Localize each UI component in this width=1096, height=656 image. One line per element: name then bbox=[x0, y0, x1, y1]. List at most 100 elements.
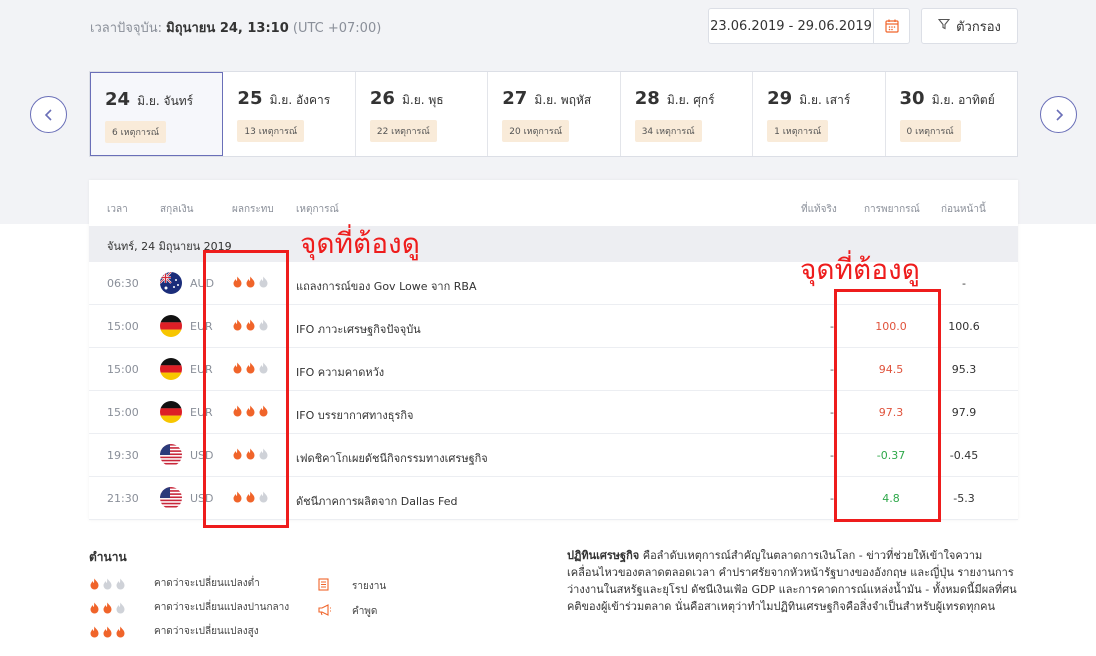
day-tabs: 24 มิ.ย. จันทร์ 6 เหตุการณ์ 25 มิ.ย. อังคา… bbox=[89, 71, 1018, 157]
legend-title: ตำนาน bbox=[89, 550, 127, 564]
report-icon bbox=[318, 578, 348, 594]
col-impact: ผลกระทบ bbox=[232, 204, 274, 215]
flag-au-icon bbox=[160, 272, 182, 294]
event-time: 15:00 bbox=[107, 363, 139, 376]
previous-value: - bbox=[962, 277, 966, 290]
col-actual: ที่แท้จริง bbox=[801, 204, 837, 215]
flame-icon bbox=[90, 578, 99, 589]
col-forecast: การพยากรณ์ bbox=[864, 204, 920, 215]
event-count-badge: 1 เหตุการณ์ bbox=[767, 120, 829, 142]
event-name[interactable]: แถลงการณ์ของ Gov Lowe จาก RBA bbox=[296, 277, 477, 295]
day-tab-28[interactable]: 28 มิ.ย. ศุกร์ 34 เหตุการณ์ bbox=[621, 72, 754, 156]
impact-medium-icon bbox=[89, 602, 149, 614]
day-number: 26 bbox=[369, 88, 395, 109]
info-title: ปฏิทินเศรษฐกิจ bbox=[567, 549, 640, 562]
day-tab-29[interactable]: 29 มิ.ย. เสาร์ 1 เหตุการณ์ bbox=[753, 72, 886, 156]
legend-report: รายงาน bbox=[318, 578, 386, 594]
event-count-badge: 34 เหตุการณ์ bbox=[634, 120, 702, 142]
current-time: เวลาปัจจุบัน: มิถุนายน 24, 13:10 (UTC +0… bbox=[90, 21, 382, 36]
col-currency: สกุลเงิน bbox=[160, 204, 194, 215]
event-time: 15:00 bbox=[107, 320, 139, 333]
event-count-badge: 6 เหตุการณ์ bbox=[105, 121, 167, 143]
day-tab-26[interactable]: 26 มิ.ย. พุธ 22 เหตุการณ์ bbox=[356, 72, 489, 156]
event-name[interactable]: เฟดชิคาโกเผยดัชนีกิจกรรมทางเศรษฐกิจ bbox=[296, 449, 488, 467]
flag-de-icon bbox=[160, 358, 182, 380]
flame-icon bbox=[103, 626, 112, 637]
day-label: มิ.ย. ศุกร์ bbox=[666, 93, 715, 107]
event-count-badge: 20 เหตุการณ์ bbox=[502, 120, 570, 142]
previous-value: 95.3 bbox=[951, 363, 977, 376]
annotation-text-right: จุดที่ต้องดู bbox=[800, 253, 920, 286]
flag-us-icon bbox=[160, 444, 182, 466]
legend-low: คาดว่าจะเปลี่ยนแปลงต่ำ bbox=[89, 576, 260, 591]
day-number: 25 bbox=[237, 88, 263, 109]
flame-icon bbox=[116, 602, 125, 613]
event-time: 15:00 bbox=[107, 406, 139, 419]
event-time: 06:30 bbox=[107, 277, 139, 290]
previous-value: -0.45 bbox=[949, 449, 979, 462]
timezone: (UTC +07:00) bbox=[292, 21, 382, 36]
day-label: มิ.ย. อาทิตย์ bbox=[931, 93, 995, 107]
prev-week-button[interactable] bbox=[30, 96, 67, 133]
flag-us-icon bbox=[160, 487, 182, 509]
chevron-right-icon bbox=[1055, 108, 1063, 121]
flame-icon bbox=[116, 578, 125, 589]
event-name[interactable]: IFO ความคาดหวัง bbox=[296, 363, 384, 381]
filter-button[interactable]: ตัวกรอง bbox=[921, 8, 1018, 44]
col-time: เวลา bbox=[107, 204, 128, 215]
calendar-icon[interactable] bbox=[873, 9, 909, 43]
megaphone-icon bbox=[318, 604, 348, 619]
day-tab-24[interactable]: 24 มิ.ย. จันทร์ 6 เหตุการณ์ bbox=[90, 72, 224, 156]
event-name[interactable]: ดัชนีภาคการผลิตจาก Dallas Fed bbox=[296, 492, 458, 510]
flag-de-icon bbox=[160, 401, 182, 423]
previous-value: 97.9 bbox=[951, 406, 977, 419]
day-tab-30[interactable]: 30 มิ.ย. อาทิตย์ 0 เหตุการณ์ bbox=[886, 72, 1017, 156]
day-number: 24 bbox=[105, 89, 131, 110]
date-range-text: 23.06.2019 - 29.06.2019 bbox=[710, 18, 872, 34]
day-label: มิ.ย. เสาร์ bbox=[799, 93, 851, 107]
annotation-box-forecast bbox=[834, 289, 941, 522]
day-label: มิ.ย. พฤหัส bbox=[534, 93, 592, 107]
current-time-value: มิถุนายน 24, 13:10 bbox=[166, 21, 289, 36]
day-label: มิ.ย. จันทร์ bbox=[137, 94, 194, 108]
day-number: 27 bbox=[502, 88, 528, 109]
event-count-badge: 22 เหตุการณ์ bbox=[369, 120, 437, 142]
event-name[interactable]: IFO บรรยากาศทางธุรกิจ bbox=[296, 406, 414, 424]
date-range-picker[interactable]: 23.06.2019 - 29.06.2019 bbox=[708, 8, 910, 44]
info-text: ปฏิทินเศรษฐกิจ คือลำดับเหตุการณ์สำคัญในต… bbox=[567, 547, 1027, 615]
day-number: 30 bbox=[899, 88, 925, 109]
col-event: เหตุการณ์ bbox=[296, 204, 339, 215]
event-count-badge: 0 เหตุการณ์ bbox=[899, 120, 961, 142]
day-number: 28 bbox=[634, 88, 660, 109]
day-label: มิ.ย. อังคาร bbox=[269, 93, 331, 107]
impact-high-icon bbox=[89, 626, 149, 638]
event-time: 19:30 bbox=[107, 449, 139, 462]
annotation-text-left: จุดที่ต้องดู bbox=[300, 227, 420, 260]
day-tab-25[interactable]: 25 มิ.ย. อังคาร 13 เหตุการณ์ bbox=[223, 72, 356, 156]
day-number: 29 bbox=[767, 88, 793, 109]
flame-icon bbox=[103, 578, 112, 589]
flame-icon bbox=[116, 626, 125, 637]
flame-icon bbox=[103, 602, 112, 613]
flag-de-icon bbox=[160, 315, 182, 337]
flame-icon bbox=[90, 602, 99, 613]
legend-speech: คำพูด bbox=[318, 604, 377, 619]
event-name[interactable]: IFO ภาวะเศรษฐกิจปัจจุบัน bbox=[296, 320, 421, 338]
previous-value: -5.3 bbox=[953, 492, 975, 505]
day-tab-27[interactable]: 27 มิ.ย. พฤหัส 20 เหตุการณ์ bbox=[488, 72, 621, 156]
previous-value: 100.6 bbox=[948, 320, 980, 333]
filter-label: ตัวกรอง bbox=[956, 19, 1001, 35]
legend-high: คาดว่าจะเปลี่ยนแปลงสูง bbox=[89, 624, 259, 639]
col-previous: ก่อนหน้านี้ bbox=[941, 204, 986, 215]
legend-medium: คาดว่าจะเปลี่ยนแปลงปานกลาง bbox=[89, 600, 289, 615]
impact-low-icon bbox=[89, 578, 149, 590]
chevron-left-icon bbox=[44, 108, 52, 121]
event-count-badge: 13 เหตุการณ์ bbox=[237, 120, 305, 142]
next-week-button[interactable] bbox=[1040, 96, 1077, 133]
filter-icon bbox=[937, 18, 951, 34]
event-time: 21:30 bbox=[107, 492, 139, 505]
annotation-box-impact bbox=[203, 250, 289, 528]
flame-icon bbox=[90, 626, 99, 637]
table-header: เวลา สกุลเงิน ผลกระทบ เหตุการณ์ ที่แท้จร… bbox=[89, 180, 1018, 226]
day-label: มิ.ย. พุธ bbox=[402, 93, 444, 107]
